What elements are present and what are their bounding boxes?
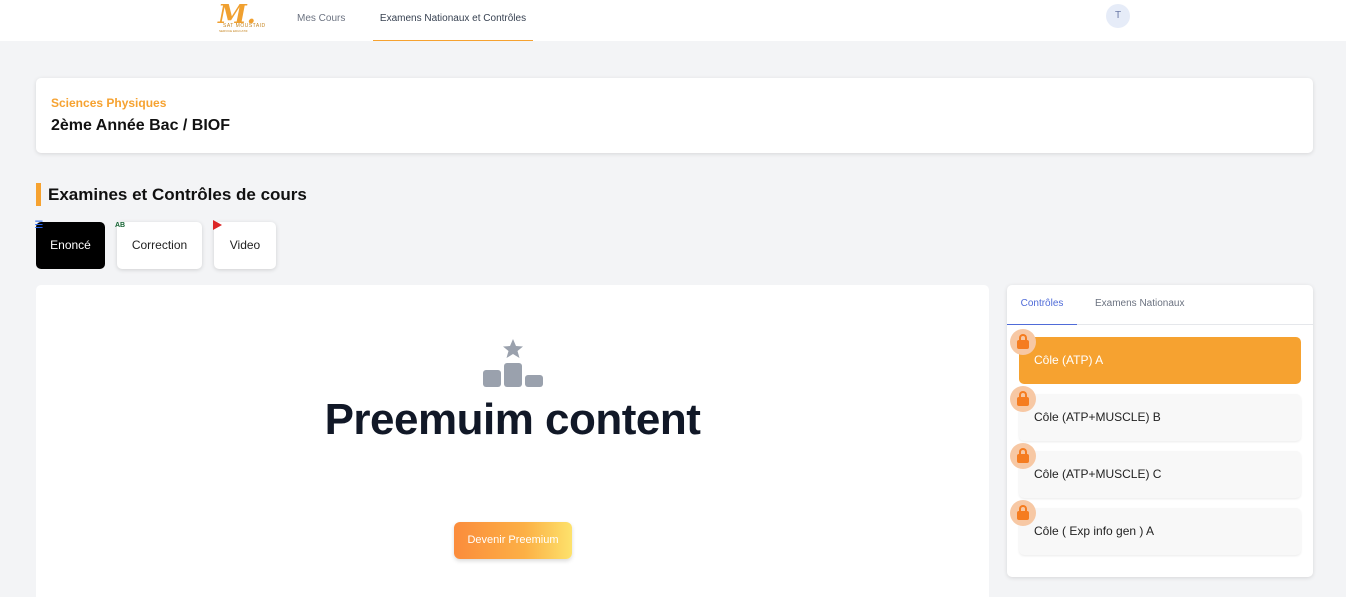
tab-enonce-label: Enoncé [50,238,91,252]
tab-video[interactable]: Video [213,220,276,269]
premium-title: Preemuim content [324,395,701,444]
course-header-card: Sciences Physiques 2ème Année Bac / BIOF [36,78,1313,153]
control-item-label: Côle (ATP) A [1034,353,1104,367]
control-item-label: Côle ( Exp info gen ) A [1034,524,1155,538]
control-item-label: Côle (ATP+MUSCLE) C [1034,467,1162,481]
subject-label: Sciences Physiques [51,96,167,110]
control-item[interactable]: Côle (ATP) A [1010,329,1301,384]
section-title: Examines et Contrôles de cours [48,185,307,204]
lock-icon [1010,500,1036,526]
control-item[interactable]: Côle (ATP+MUSCLE) C [1010,443,1301,498]
section-accent-bar [36,183,41,206]
control-item[interactable]: Côle (ATP+MUSCLE) B [1010,386,1301,441]
user-avatar[interactable]: T [1106,4,1130,28]
spellcheck-icon: AB [114,222,126,229]
logo-tagline: SERVICE EDUCATIF [219,29,248,33]
tab-enonce[interactable]: ☰ Enoncé [35,220,105,269]
control-item[interactable]: Côle ( Exp info gen ) A [1010,500,1301,555]
brand-logo[interactable]: M. SAT MOUSTAID SERVICE EDUCATIF [218,0,268,34]
top-navbar: M. SAT MOUSTAID SERVICE EDUCATIF Mes Cou… [0,0,1346,41]
list-icon: ☰ [34,220,44,231]
premium-content-panel: Preemuim content Devenir Preemium [36,285,989,597]
lock-icon [1010,443,1036,469]
tab-examens-nationaux[interactable]: Examens Nationaux [1095,298,1185,325]
lock-icon [1010,386,1036,412]
nav-link-mes-cours[interactable]: Mes Cours [297,13,345,41]
tab-controles[interactable]: Contrôles [1007,298,1077,325]
become-premium-button[interactable]: Devenir Preemium [454,522,572,559]
level-title: 2ème Année Bac / BIOF [51,117,231,134]
controles-sidebar: Contrôles Examens Nationaux Côle (ATP) A… [1007,285,1313,577]
tab-video-label: Video [229,238,261,252]
nav-link-examens[interactable]: Examens Nationaux et Contrôles [373,13,533,41]
podium-star-icon [483,339,543,387]
control-item-label: Côle (ATP+MUSCLE) B [1034,410,1161,424]
lock-icon [1010,329,1036,355]
sidebar-tabs: Contrôles Examens Nationaux [1007,285,1313,325]
tab-correction-label: Correction [131,238,188,252]
tab-correction[interactable]: AB Correction [115,222,202,269]
play-icon [213,220,222,230]
